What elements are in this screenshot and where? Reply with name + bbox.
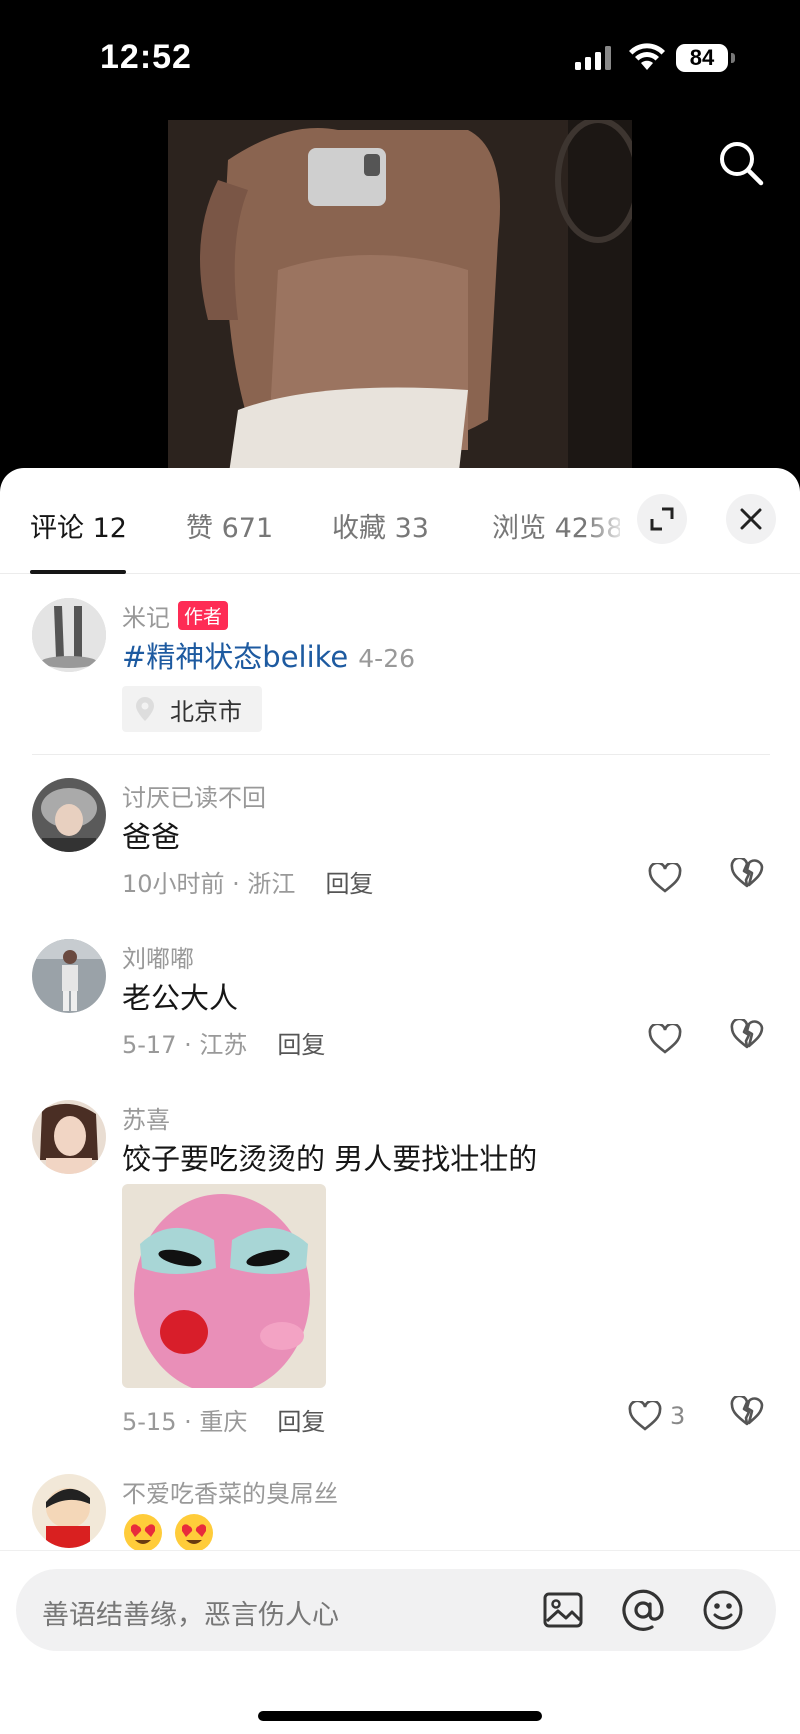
like-button[interactable] <box>648 1019 688 1059</box>
dislike-button[interactable] <box>730 856 770 898</box>
comment-text: 老公大人 <box>122 981 239 1015</box>
heart-icon <box>648 863 682 893</box>
tab-fade <box>585 488 630 558</box>
expand-button[interactable] <box>637 494 687 544</box>
comment-sticker-image[interactable] <box>122 1184 326 1388</box>
broken-heart-icon <box>730 1017 764 1049</box>
video-area[interactable] <box>0 0 800 480</box>
heart-icon <box>648 1024 682 1054</box>
comment-meta: 5-15 · 重庆 回复 <box>122 1402 325 1437</box>
heart-eyes-emoji-icon <box>175 1514 214 1552</box>
video-thumbnail[interactable] <box>168 120 632 480</box>
avatar-image <box>32 1474 106 1548</box>
avatar[interactable] <box>32 598 106 672</box>
comment-username[interactable]: 苏喜 <box>122 1100 170 1135</box>
avatar[interactable] <box>32 1100 106 1174</box>
like-count: 3 <box>670 1402 686 1430</box>
author-name[interactable]: 米记 <box>122 604 170 632</box>
comment-username[interactable]: 讨厌已读不回 <box>122 778 266 813</box>
heart-icon <box>628 1401 662 1431</box>
avatar[interactable] <box>32 1474 106 1548</box>
comment-username[interactable]: 不爱吃香菜的臭屌丝 <box>122 1474 338 1509</box>
comment-meta: 10小时前 · 浙江 回复 <box>122 864 373 899</box>
post-caption: #精神状态belike 4-26 <box>122 634 415 676</box>
image-icon[interactable] <box>540 1587 586 1633</box>
comment-username[interactable]: 刘嘟嘟 <box>122 939 194 974</box>
tab-favorites[interactable]: 收藏 33 <box>332 506 429 545</box>
close-icon <box>740 508 762 530</box>
reply-button[interactable]: 回复 <box>277 1031 325 1059</box>
broken-heart-icon <box>730 856 764 888</box>
broken-heart-icon <box>730 1394 764 1426</box>
tab-comments[interactable]: 评论 12 <box>30 506 127 545</box>
location-pin-icon <box>136 697 154 721</box>
avatar-image <box>32 778 106 852</box>
avatar[interactable] <box>32 939 106 1013</box>
dislike-button[interactable] <box>730 1394 770 1436</box>
author-name-row: 米记 作者 <box>122 598 229 633</box>
expand-icon <box>650 507 674 531</box>
comment-input-placeholder: 善语结善缘，恶言伤人心 <box>42 1600 339 1631</box>
reply-button[interactable]: 回复 <box>325 870 373 898</box>
comment-text: 饺子要吃烫烫的 男人要找壮壮的 <box>122 1142 538 1176</box>
comment-time-location: 5-17 · 江苏 <box>122 1031 248 1059</box>
reply-button[interactable]: 回复 <box>277 1408 325 1436</box>
tab-active-indicator <box>30 570 126 574</box>
like-button[interactable] <box>648 858 688 898</box>
avatar-image <box>32 939 106 1013</box>
comment-time-location: 10小时前 · 浙江 <box>122 870 296 898</box>
emoji-icon[interactable] <box>700 1587 746 1633</box>
comment-input-bar: 善语结善缘，恶言伤人心 <box>0 1550 800 1734</box>
avatar-image <box>32 598 106 672</box>
location-text: 北京市 <box>170 697 242 726</box>
hashtag-link[interactable]: #精神状态belike <box>122 640 348 674</box>
comment-input[interactable]: 善语结善缘，恶言伤人心 <box>16 1569 776 1651</box>
tab-likes[interactable]: 赞 671 <box>186 506 273 545</box>
mention-icon[interactable] <box>620 1587 666 1633</box>
comment-sheet: 评论 12 赞 671 收藏 33 浏览 4258 米记 作者 #精神状态bel… <box>0 468 800 1734</box>
author-badge: 作者 <box>178 601 229 630</box>
comment-text <box>122 1512 215 1554</box>
avatar[interactable] <box>32 778 106 852</box>
comment-meta: 5-17 · 江苏 回复 <box>122 1025 325 1060</box>
avatar-image <box>32 1100 106 1174</box>
post-date: 4-26 <box>358 644 416 673</box>
dislike-button[interactable] <box>730 1017 770 1059</box>
tab-bar: 评论 12 赞 671 收藏 33 浏览 4258 <box>0 468 800 574</box>
video-image <box>168 120 632 480</box>
divider <box>32 754 770 755</box>
home-indicator[interactable] <box>258 1711 542 1721</box>
comment-text: 爸爸 <box>122 820 181 854</box>
like-button[interactable] <box>628 1396 668 1436</box>
close-button[interactable] <box>726 494 776 544</box>
comment-time-location: 5-15 · 重庆 <box>122 1408 248 1436</box>
heart-eyes-emoji-icon <box>124 1514 162 1552</box>
location-chip[interactable]: 北京市 <box>122 686 262 732</box>
search-icon[interactable] <box>716 138 766 188</box>
sticker-face <box>122 1184 326 1388</box>
